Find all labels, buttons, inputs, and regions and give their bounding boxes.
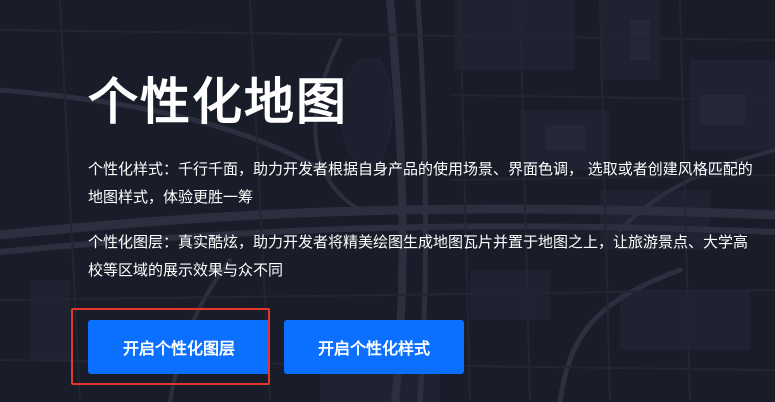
enable-custom-layer-button[interactable]: 开启个性化图层 (88, 320, 270, 374)
style-description: 个性化样式：千行千面，助力开发者根据自身产品的使用场景、界面色调， 选取或者创建… (88, 160, 753, 206)
action-buttons: 开启个性化图层 开启个性化样式 (88, 320, 464, 374)
layer-description: 个性化图层：真实酷炫，助力开发者将精美绘图生成地图瓦片并置于地图之上，让旅游景点… (88, 233, 749, 279)
map-hero-banner: 个性化地图 个性化样式：千行千面，助力开发者根据自身产品的使用场景、界面色调， … (0, 0, 775, 402)
page-title: 个性化地图 (88, 73, 348, 131)
enable-custom-style-button[interactable]: 开启个性化样式 (284, 320, 464, 374)
hero-content: 个性化地图 个性化样式：千行千面，助力开发者根据自身产品的使用场景、界面色调， … (88, 70, 768, 284)
